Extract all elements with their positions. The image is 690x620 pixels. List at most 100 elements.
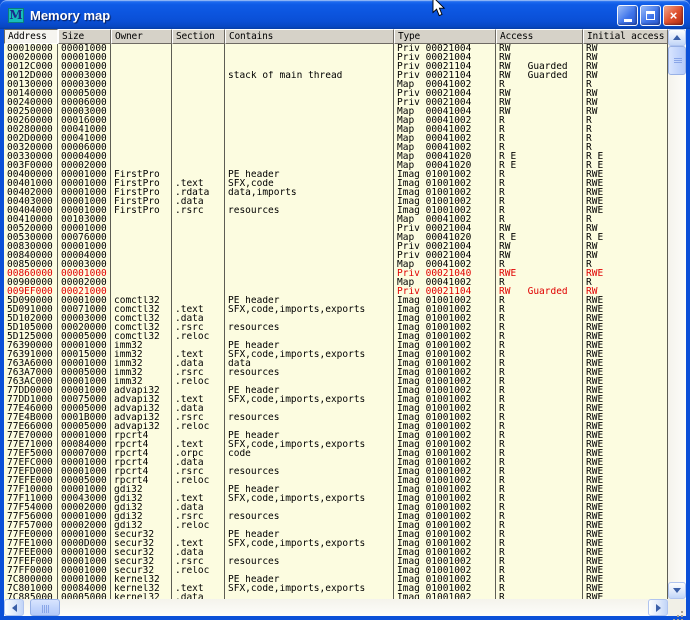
table-row[interactable]: 0090000000002000Map 00041002RR <box>4 278 668 287</box>
table-row[interactable]: 0033000000004000Map 00041020R ER E <box>4 152 668 161</box>
table-row[interactable]: 77EFD00000001000rpcrt4.rsrcresourcesImag… <box>4 467 668 476</box>
table-row[interactable]: 5D10500000020000comctl32.rsrcresourcesIm… <box>4 323 668 332</box>
table-row[interactable]: 0085000000003000Map 00041002RR <box>4 260 668 269</box>
table-row[interactable]: 009EF00000021000Priv 00021104RW GuardedR… <box>4 287 668 296</box>
column-header-owner[interactable]: Owner <box>111 29 172 44</box>
table-row[interactable]: 0052000000001000Priv 00021004RWRW <box>4 224 668 233</box>
vertical-scrollbar[interactable] <box>668 29 686 599</box>
close-icon: × <box>670 9 678 22</box>
scroll-left-button[interactable] <box>4 599 24 616</box>
table-row[interactable]: 77FE000000001000secur32PE headerImag 010… <box>4 530 668 539</box>
table-row[interactable]: 0040000000001000FirstProPE headerImag 01… <box>4 170 668 179</box>
cell-section <box>172 233 225 242</box>
table-row[interactable]: 5D10200000003000comctl32.dataImag 010010… <box>4 314 668 323</box>
table-row[interactable]: 77F5400000002000gdi32.dataImag 01001002R… <box>4 503 668 512</box>
cell-type: Imag 01001002 <box>394 521 496 530</box>
column-header-contains[interactable]: Contains <box>225 29 394 44</box>
table-row[interactable]: 77E4600000005000advapi32.dataImag 010010… <box>4 404 668 413</box>
table-row[interactable]: 0012D00000003000stack of main threadPriv… <box>4 71 668 80</box>
table-row[interactable]: 0013000000003000Map 00041002RR <box>4 80 668 89</box>
table-row[interactable]: 763A600000001000imm32.datadataImag 01001… <box>4 359 668 368</box>
table-row[interactable]: 77EF500000007000rpcrt4.orpccodeImag 0100… <box>4 449 668 458</box>
table-row[interactable]: 0040200000001000FirstPro.rdatadata,impor… <box>4 188 668 197</box>
cell-initial-access: RWE <box>583 404 668 413</box>
table-row[interactable]: 0032000000006000Map 00041002RR <box>4 143 668 152</box>
close-button[interactable]: × <box>663 5 684 26</box>
cell-address: 00330000 <box>4 152 58 161</box>
table-row[interactable]: 0014000000005000Priv 00021004RWRW <box>4 89 668 98</box>
table-row[interactable]: 0025000000003000Map 00041004RWRW <box>4 107 668 116</box>
table-row[interactable]: 77EFC00000001000rpcrt4.dataImag 01001002… <box>4 458 668 467</box>
table-row[interactable]: 77EFE00000005000rpcrt4.relocImag 0100100… <box>4 476 668 485</box>
table-row[interactable]: 0012C00000001000Priv 00021104RW GuardedR… <box>4 62 668 71</box>
table-row[interactable]: 77F1000000001000gdi32PE headerImag 01001… <box>4 485 668 494</box>
scroll-up-button[interactable] <box>668 29 686 46</box>
vertical-scroll-thumb[interactable] <box>668 46 686 75</box>
title-bar[interactable]: M Memory map × <box>0 0 690 29</box>
table-row[interactable]: 77F5600000001000gdi32.rsrcresourcesImag … <box>4 512 668 521</box>
column-header-type[interactable]: Type <box>394 29 496 44</box>
table-row[interactable]: 77F5700000002000gdi32.relocImag 01001002… <box>4 521 668 530</box>
table-row[interactable]: 7639100000015000imm32.textSFX,code,impor… <box>4 350 668 359</box>
table-row[interactable]: 0041000000103000Map 00041002RR <box>4 215 668 224</box>
table-row[interactable]: 77FEF00000001000secur32.rsrcresourcesIma… <box>4 557 668 566</box>
horizontal-scrollbar[interactable] <box>4 599 668 616</box>
table-row[interactable]: 77DD100000075000advapi32.textSFX,code,im… <box>4 395 668 404</box>
cell-access: R <box>496 350 583 359</box>
table-row[interactable]: 77E7000000001000rpcrt4PE headerImag 0100… <box>4 431 668 440</box>
cell-section: .reloc <box>172 377 225 386</box>
table-row[interactable]: 0001000000001000Priv 00021004RWRW <box>4 44 668 53</box>
table-row[interactable]: 0028000000041000Map 00041002RR <box>4 125 668 134</box>
cell-type: Imag 01001002 <box>394 332 496 341</box>
table-row[interactable]: 77E6600000005000advapi32.relocImag 01001… <box>4 422 668 431</box>
cell-section <box>172 152 225 161</box>
table-row[interactable]: 77FEE00000001000secur32.dataImag 0100100… <box>4 548 668 557</box>
table-row[interactable]: 0040300000001000FirstPro.dataImag 010010… <box>4 197 668 206</box>
table-row[interactable]: 0084000000004000Priv 00021004RWRW <box>4 251 668 260</box>
cell-type: Imag 01001002 <box>394 458 496 467</box>
table-row[interactable]: 77E7100000084000rpcrt4.textSFX,code,impo… <box>4 440 668 449</box>
table-row[interactable]: 5D12500000005000comctl32.relocImag 01001… <box>4 332 668 341</box>
table-row[interactable]: 002D000000041000Map 00041002RR <box>4 134 668 143</box>
column-header-size[interactable]: Size <box>58 29 111 44</box>
column-header-access[interactable]: Access <box>496 29 583 44</box>
table-row[interactable]: 0083000000001000Priv 00021004RWRW <box>4 242 668 251</box>
maximize-button[interactable] <box>640 5 661 26</box>
cell-owner <box>111 278 172 287</box>
table-row[interactable]: 7639000000001000imm32PE headerImag 01001… <box>4 341 668 350</box>
table-row[interactable]: 0024000000006000Priv 00021004RWRW <box>4 98 668 107</box>
scroll-right-button[interactable] <box>648 599 668 616</box>
cell-owner: comctl32 <box>111 314 172 323</box>
table-row[interactable]: 763A700000005000imm32.rsrcresourcesImag … <box>4 368 668 377</box>
table-row[interactable]: 77F1100000043000gdi32.textSFX,code,impor… <box>4 494 668 503</box>
scroll-down-button[interactable] <box>668 582 686 599</box>
column-header-address[interactable]: Address <box>4 29 58 44</box>
resize-grip[interactable] <box>668 599 686 616</box>
table-row[interactable]: 0040400000001000FirstPro.rsrcresourcesIm… <box>4 206 668 215</box>
minimize-button[interactable] <box>617 5 638 26</box>
table-row[interactable]: 7C80000000001000kernel32PE headerImag 01… <box>4 575 668 584</box>
cell-size: 00001000 <box>58 170 111 179</box>
table-row[interactable]: 5D09000000001000comctl32PE headerImag 01… <box>4 296 668 305</box>
table-row[interactable]: 763AC00000001000imm32.relocImag 01001002… <box>4 377 668 386</box>
cell-address: 00530000 <box>4 233 58 242</box>
table-row[interactable]: 77DD000000001000advapi32PE headerImag 01… <box>4 386 668 395</box>
table-row[interactable]: 5D09100000071000comctl32.textSFX,code,im… <box>4 305 668 314</box>
table-row[interactable]: 0053000000076000Map 00041020R ER E <box>4 233 668 242</box>
table-row[interactable]: 0086000000001000Priv 00021040RWERWE <box>4 269 668 278</box>
cell-contains: data,imports <box>225 188 394 197</box>
table-row[interactable]: 0040100000001000FirstPro.textSFX,codeIma… <box>4 179 668 188</box>
table-row[interactable]: 0026000000016000Map 00041002RR <box>4 116 668 125</box>
table-row[interactable]: 7C80100000084000kernel32.textSFX,code,im… <box>4 584 668 593</box>
column-header-initial-access[interactable]: Initial access <box>583 29 668 44</box>
table-row[interactable]: 77E4B0000001B000advapi32.rsrcresourcesIm… <box>4 413 668 422</box>
horizontal-scroll-thumb[interactable] <box>30 599 60 616</box>
table-row[interactable]: 77FF000000001000secur32.relocImag 010010… <box>4 566 668 575</box>
table-row[interactable]: 0002000000001000Priv 00021004RWRW <box>4 53 668 62</box>
cell-owner: rpcrt4 <box>111 449 172 458</box>
column-header-section[interactable]: Section <box>172 29 225 44</box>
minimize-icon <box>624 19 632 22</box>
cell-address: 00130000 <box>4 80 58 89</box>
table-row[interactable]: 77FE10000000D000secur32.textSFX,code,imp… <box>4 539 668 548</box>
table-row[interactable]: 003F000000002000Map 00041020R ER E <box>4 161 668 170</box>
